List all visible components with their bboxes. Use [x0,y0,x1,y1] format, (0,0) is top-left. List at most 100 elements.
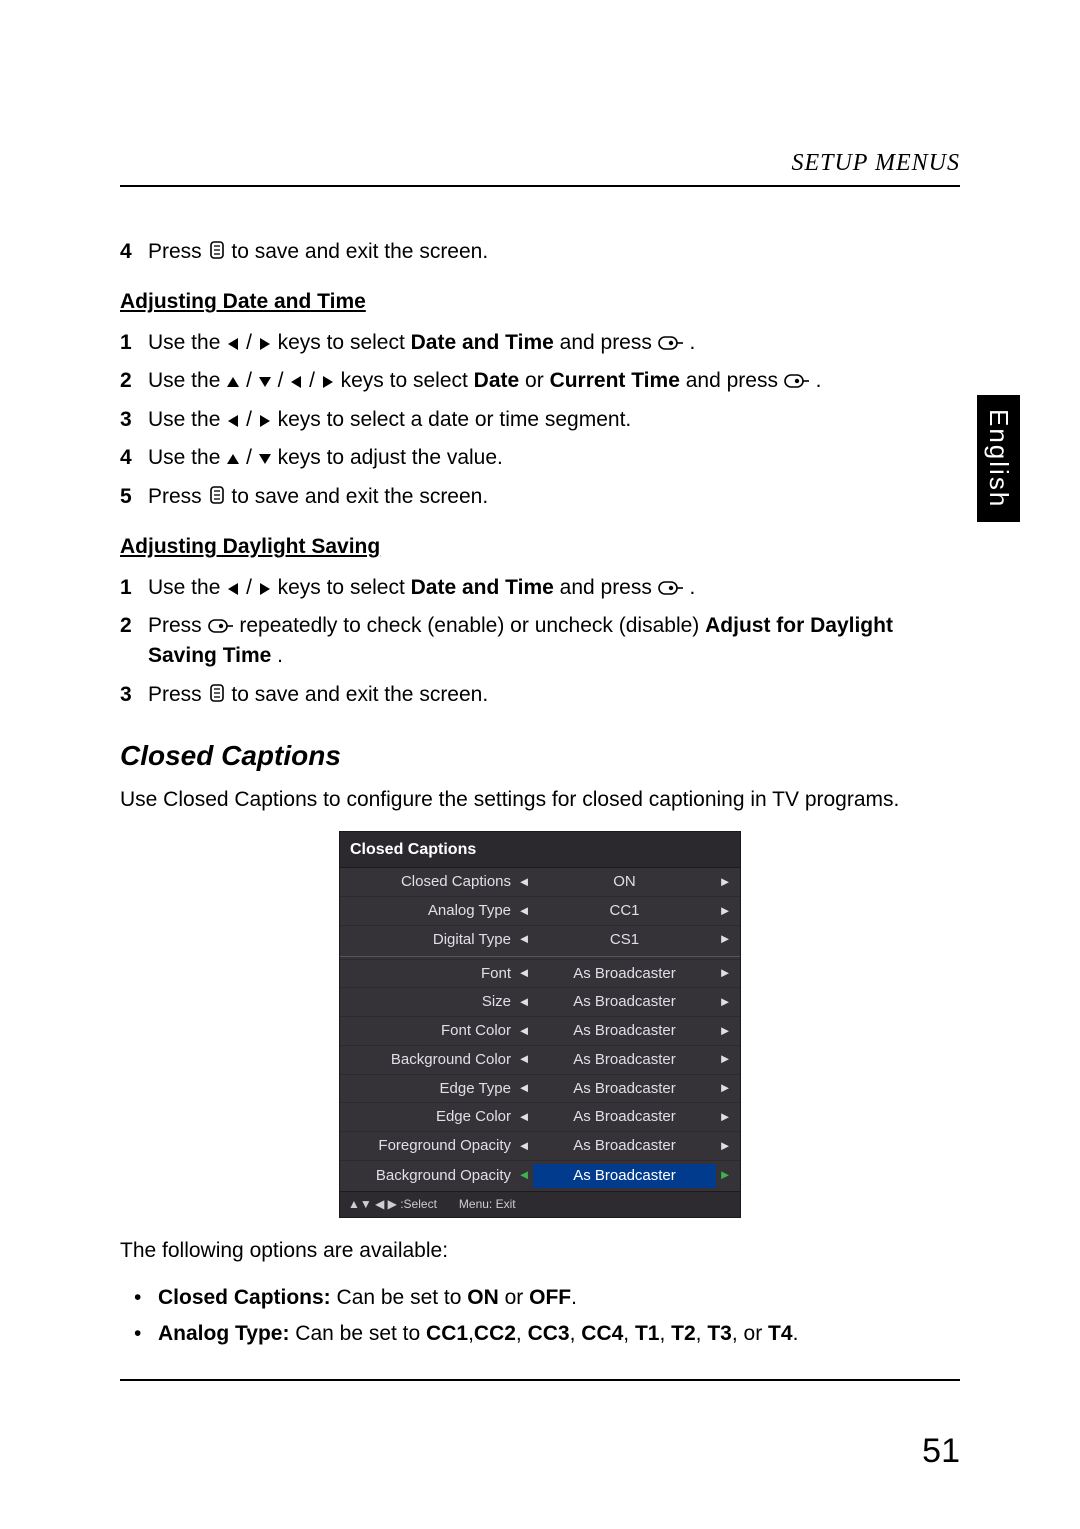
left-arrow-icon[interactable]: ◄ [515,1166,533,1185]
left-arrow-icon[interactable]: ◄ [515,1050,533,1069]
right-arrow-icon[interactable]: ► [716,1079,734,1098]
bold-text: ON [467,1286,499,1309]
osd-rows: Closed Captions◄ON►Analog Type◄CC1►Digit… [340,868,740,1190]
osd-row[interactable]: Analog Type◄CC1► [340,896,740,925]
slash: / [246,369,258,392]
text: Use the [148,369,226,392]
right-arrow-icon[interactable]: ► [716,964,734,983]
page-header: SETUP MENUS [120,150,960,177]
subhead-daylight: Adjusting Daylight Saving [120,532,960,562]
left-arrow-icon[interactable]: ◄ [515,964,533,983]
text: Press [148,683,208,706]
step: 1 Use the / keys to select Date and Time… [120,573,960,603]
down-arrow-icon [258,452,272,466]
osd-row[interactable]: Background Opacity◄As Broadcaster► [340,1160,740,1191]
osd-panel: Closed Captions Closed Captions◄ON►Analo… [339,831,741,1218]
osd-row[interactable]: Background Color◄As Broadcaster► [340,1045,740,1074]
right-arrow-icon[interactable]: ► [716,902,734,921]
right-arrow-icon[interactable]: ► [716,930,734,949]
osd-row[interactable]: Edge Color◄As Broadcaster► [340,1102,740,1131]
text: Press [148,485,208,508]
left-arrow-icon[interactable]: ◄ [515,993,533,1012]
step-number: 2 [120,611,148,641]
osd-row-value: As Broadcaster [533,1078,716,1100]
osd-footer-nav: ▲▼ ◀ ▶ :Select [348,1196,437,1213]
text: keys to select [278,576,411,599]
osd-row-label: Background Color [346,1049,515,1071]
text: and press [686,369,784,392]
right-arrow-icon[interactable]: ► [716,1137,734,1156]
text: , [623,1322,635,1345]
left-arrow-icon[interactable]: ◄ [515,873,533,892]
osd-row-value: As Broadcaster [533,1164,716,1188]
osd-footer: ▲▼ ◀ ▶ :Select Menu: Exit [340,1191,740,1217]
left-arrow-icon[interactable]: ◄ [515,902,533,921]
right-arrow-icon [258,337,272,351]
bold-text: Current Time [550,369,680,392]
osd-row[interactable]: Edge Type◄As Broadcaster► [340,1074,740,1103]
text: Can be set to [331,1286,468,1309]
left-arrow-icon[interactable]: ◄ [515,930,533,949]
slash: / [309,369,321,392]
step: 4 Use the / keys to adjust the value. [120,443,960,473]
text: Press [148,614,208,637]
osd-footer-exit: Menu: Exit [459,1196,516,1213]
step-number: 3 [120,680,148,710]
menu-icon [208,485,226,505]
text: Use the [148,331,226,354]
osd-row-label: Font [346,963,515,985]
right-arrow-icon[interactable]: ► [716,1108,734,1127]
osd-row[interactable]: Digital Type◄CS1► [340,925,740,954]
osd-separator [340,956,740,957]
right-arrow-icon[interactable]: ► [716,1166,734,1185]
step-text: Press to save and exit the screen. [148,680,960,710]
right-arrow-icon [321,375,335,389]
text: . [690,576,696,599]
osd-row-label: Foreground Opacity [346,1135,515,1157]
step-number: 5 [120,482,148,512]
bold-text: CC2 [474,1322,516,1345]
bold-text: Analog Type: [158,1322,289,1345]
text: or [499,1286,529,1309]
bold-text: Date and Time [411,576,554,599]
right-arrow-icon[interactable]: ► [716,1050,734,1069]
text: and press [560,331,658,354]
subhead-date-time: Adjusting Date and Time [120,287,960,317]
date-time-steps: 1 Use the / keys to select Date and Time… [120,328,960,512]
nav-arrows-icon: ▲▼ ◀ ▶ [348,1197,400,1211]
osd-row[interactable]: Font◄As Broadcaster► [340,959,740,988]
bold-text: T1 [635,1322,660,1345]
osd-row[interactable]: Closed Captions◄ON► [340,868,740,896]
left-arrow-icon[interactable]: ◄ [515,1022,533,1041]
text: keys to select [278,331,411,354]
text: keys to adjust the value. [278,446,503,469]
text: , [516,1322,528,1345]
right-arrow-icon[interactable]: ► [716,1022,734,1041]
left-arrow-icon [226,414,240,428]
rule-top [120,185,960,187]
step-text: Use the / keys to adjust the value. [148,443,960,473]
right-arrow-icon[interactable]: ► [716,993,734,1012]
text: and press [560,576,658,599]
osd-row[interactable]: Font Color◄As Broadcaster► [340,1016,740,1045]
osd-row-label: Analog Type [346,900,515,922]
osd-row[interactable]: Foreground Opacity◄As Broadcaster► [340,1131,740,1160]
language-tab: English [977,395,1020,522]
osd-row-label: Font Color [346,1020,515,1042]
osd-row-value: As Broadcaster [533,963,716,985]
text: , [659,1322,671,1345]
right-arrow-icon[interactable]: ► [716,873,734,892]
right-arrow-icon [258,582,272,596]
left-arrow-icon[interactable]: ◄ [515,1108,533,1127]
step-text: Use the / keys to select a date or time … [148,405,960,435]
step: 2 Press repeatedly to check (enable) or … [120,611,960,672]
bold-text: Date [474,369,520,392]
left-arrow-icon[interactable]: ◄ [515,1079,533,1098]
osd-row-label: Background Opacity [346,1165,515,1187]
left-arrow-icon[interactable]: ◄ [515,1137,533,1156]
up-arrow-icon [226,375,240,389]
osd-row-value: As Broadcaster [533,1049,716,1071]
osd-row[interactable]: Size◄As Broadcaster► [340,987,740,1016]
bold-text: Date and Time [411,331,554,354]
step: 2 Use the / / / keys to select Date or C… [120,366,960,396]
